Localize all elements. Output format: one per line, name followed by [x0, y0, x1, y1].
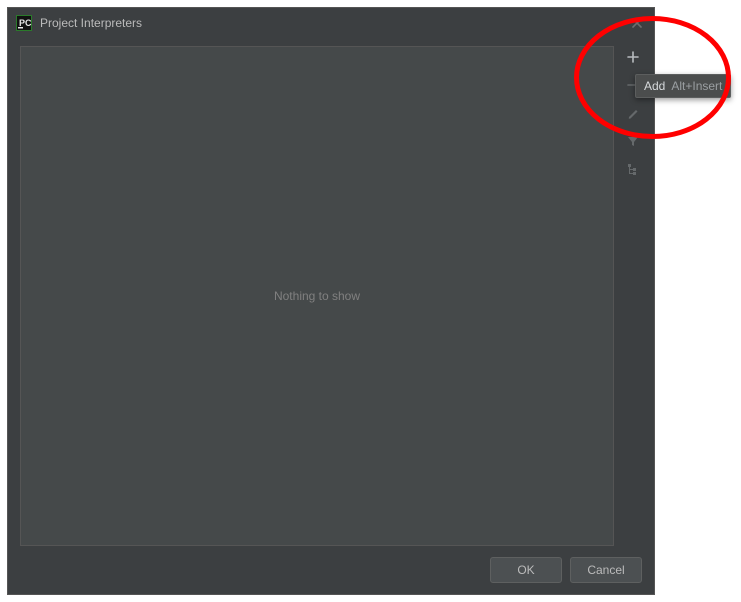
- edit-button[interactable]: [622, 102, 644, 124]
- pencil-icon: [626, 106, 640, 120]
- cancel-button[interactable]: Cancel: [570, 557, 642, 583]
- tooltip-label: Add: [644, 79, 665, 93]
- add-tooltip: Add Alt+Insert: [635, 74, 731, 98]
- dialog-content: Nothing to show: [8, 38, 654, 546]
- add-button[interactable]: [622, 46, 644, 68]
- close-button[interactable]: [628, 14, 646, 32]
- dialog-footer: OK Cancel: [8, 546, 654, 594]
- ok-button[interactable]: OK: [490, 557, 562, 583]
- plus-icon: [626, 50, 640, 64]
- tooltip-shortcut: Alt+Insert: [671, 79, 722, 93]
- svg-text:PC: PC: [19, 18, 32, 28]
- titlebar: PC Project Interpreters: [8, 8, 654, 38]
- filter-button[interactable]: [622, 130, 644, 152]
- pycharm-app-icon: PC: [16, 15, 32, 31]
- empty-state-text: Nothing to show: [274, 289, 360, 303]
- project-interpreters-dialog: PC Project Interpreters Nothing to show: [7, 7, 655, 595]
- interpreter-list[interactable]: Nothing to show: [20, 46, 614, 546]
- funnel-icon: [626, 134, 640, 148]
- tree-icon: [626, 162, 640, 176]
- dialog-title: Project Interpreters: [40, 16, 142, 30]
- side-toolbar: [620, 46, 646, 546]
- show-paths-button[interactable]: [622, 158, 644, 180]
